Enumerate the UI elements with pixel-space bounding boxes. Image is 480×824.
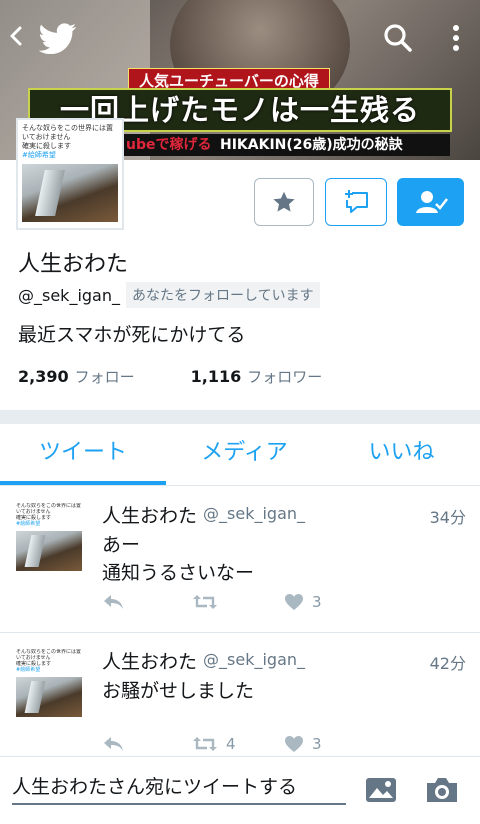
- banner-subtitle-red: ubeで稼げる: [126, 137, 212, 153]
- heart-icon: [285, 736, 303, 752]
- retweet-button[interactable]: 4: [192, 735, 284, 753]
- tweet-header: 人生おわた @_sek_igan_ 34分: [102, 501, 466, 528]
- profile-avatar[interactable]: そんな奴らをこの世界には置いておけません 確実に殺します #絵師希望: [16, 118, 124, 230]
- avatar-caption-tag: #絵師希望: [16, 521, 41, 527]
- follows-you-badge: あなたをフォローしています: [126, 282, 320, 308]
- tweet-avatar-caption: そんな奴らをこの世界には置いておけません 確実に殺します #絵師希望: [16, 649, 86, 677]
- following-button[interactable]: [397, 178, 464, 226]
- tweet-timestamp: 34分: [429, 508, 466, 527]
- tweet-text-line: お騒がせしました: [102, 680, 255, 702]
- retweet-icon: [193, 737, 217, 751]
- tab-media[interactable]: メディア: [166, 424, 323, 485]
- profile-handle: @_sek_igan_: [18, 285, 120, 305]
- retweet-button[interactable]: [192, 593, 284, 611]
- reply-button[interactable]: [102, 735, 192, 753]
- tweet-actions: 4 3: [102, 735, 364, 753]
- profile-stats: 2,390 フォロー 1,116 フォロワー: [18, 366, 378, 387]
- like-count: 3: [312, 593, 322, 611]
- followers-count: 1,116: [190, 367, 242, 386]
- avatar-caption-line: そんな奴らをこの世界には置いておけません: [22, 124, 113, 141]
- tweet-text-line: あー: [102, 534, 141, 556]
- image-icon[interactable]: [364, 775, 398, 805]
- tweet-text: あー 通知うるさいなー: [102, 531, 254, 587]
- followers-stat[interactable]: 1,116 フォロワー: [191, 366, 323, 387]
- twitter-bird-icon[interactable]: [38, 22, 78, 54]
- tweet-avatar-photo: [16, 531, 82, 571]
- tweet-avatar-photo: [16, 677, 82, 717]
- like-button[interactable]: 3: [284, 593, 364, 611]
- heart-icon: [285, 594, 303, 610]
- reply-icon: [104, 595, 123, 609]
- tweet-header: 人生おわた @_sek_igan_ 42分: [102, 647, 466, 674]
- like-button[interactable]: 3: [284, 735, 364, 753]
- avatar-caption-line: そんな奴らをこの世界には置いておけません: [16, 503, 82, 515]
- tweet-to-icon: [345, 190, 368, 213]
- avatar-caption-tag: #絵師希望: [16, 667, 41, 673]
- like-count: 3: [312, 735, 322, 753]
- following-count: 2,390: [18, 367, 69, 386]
- reply-to-user-button[interactable]: [325, 178, 387, 226]
- search-icon[interactable]: [382, 22, 414, 54]
- reply-icon: [104, 737, 123, 751]
- avatar-photo: [22, 164, 118, 222]
- tweet-author-name[interactable]: 人生おわた: [102, 501, 197, 528]
- tweet-actions: 3: [102, 593, 364, 611]
- avatar-caption-line: 確実に殺します: [22, 142, 71, 150]
- profile-name: 人生おわた: [18, 252, 129, 277]
- tab-tweets[interactable]: ツイート: [0, 424, 166, 485]
- section-divider: [0, 410, 480, 424]
- retweet-count: 4: [226, 735, 236, 753]
- following-label: フォロー: [74, 368, 135, 386]
- compose-tweet-input[interactable]: [12, 771, 346, 805]
- tweet-author-handle: @_sek_igan_: [203, 650, 306, 669]
- tweet-text: お騒がせしました: [102, 677, 254, 705]
- tweet-composer-bar: [0, 756, 480, 824]
- tweet-timestamp: 42分: [429, 654, 466, 673]
- profile-tabs: ツイート メディア いいね: [0, 424, 480, 486]
- handle-row: @_sek_igan_ あなたをフォローしています: [18, 282, 320, 308]
- tweet-avatar[interactable]: そんな奴らをこの世界には置いておけません 確実に殺します #絵師希望: [16, 649, 86, 719]
- tweet-item[interactable]: そんな奴らをこの世界には置いておけません 確実に殺します #絵師希望 人生おわた…: [0, 633, 480, 759]
- banner-subtitle: ubeで稼げる HIKAKIN(26歳)成功の秘訣: [120, 134, 450, 156]
- user-check-icon: [415, 191, 448, 213]
- followers-label: フォロワー: [247, 368, 323, 386]
- tab-likes[interactable]: いいね: [323, 424, 480, 485]
- tweet-item[interactable]: そんな奴らをこの世界には置いておけません 確実に殺します #絵師希望 人生おわた…: [0, 487, 480, 633]
- overflow-menu-icon[interactable]: [446, 22, 466, 54]
- star-icon: [273, 191, 295, 212]
- camera-icon[interactable]: [424, 775, 460, 805]
- tweet-avatar[interactable]: そんな奴らをこの世界には置いておけません 確実に殺します #絵師希望: [16, 503, 86, 573]
- notifications-star-button[interactable]: [254, 178, 314, 226]
- profile-bio: 最近スマホが死にかけてる: [18, 324, 246, 346]
- avatar-caption-line: そんな奴らをこの世界には置いておけません: [16, 649, 82, 661]
- avatar-caption: そんな奴らをこの世界には置いておけません 確実に殺します #絵師希望: [22, 124, 118, 162]
- avatar-caption-tag: #絵師希望: [22, 151, 56, 159]
- tweet-avatar-caption: そんな奴らをこの世界には置いておけません 確実に殺します #絵師希望: [16, 503, 86, 531]
- following-stat[interactable]: 2,390 フォロー: [18, 366, 135, 387]
- retweet-icon: [193, 595, 217, 609]
- back-arrow-icon[interactable]: [8, 24, 24, 48]
- banner-subtitle-text: HIKAKIN(26歳)成功の秘訣: [220, 137, 403, 153]
- tweet-text-line: 通知うるさいなー: [102, 562, 255, 584]
- reply-button[interactable]: [102, 593, 192, 611]
- tweet-author-name[interactable]: 人生おわた: [102, 647, 197, 674]
- tweet-author-handle: @_sek_igan_: [203, 504, 306, 523]
